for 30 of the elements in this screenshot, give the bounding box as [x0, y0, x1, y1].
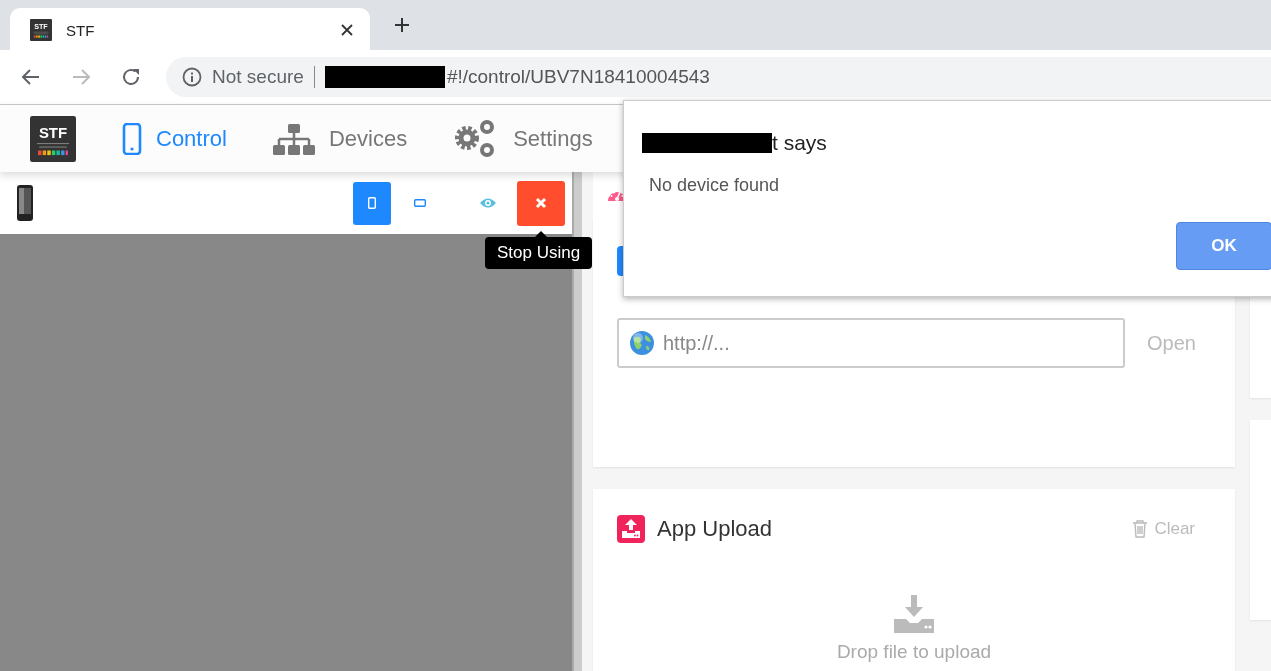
info-icon [182, 67, 202, 87]
close-icon[interactable] [340, 23, 354, 37]
url-text: #!/control/UBV7N18410004543 [446, 66, 710, 88]
phone-icon [122, 122, 142, 155]
nav-tab[interactable]: Control [122, 122, 227, 155]
drop-hint: Drop file to upload [836, 641, 992, 663]
card-title: App Upload [657, 516, 772, 542]
ok-button[interactable]: OK [1176, 222, 1271, 270]
portrait-button[interactable] [353, 181, 391, 225]
sitemap-icon [272, 122, 315, 155]
reload-icon[interactable] [120, 66, 142, 88]
download-icon [894, 595, 934, 633]
dialog-message: No device found [649, 175, 781, 196]
landscape-icon [414, 199, 426, 207]
tooltip: Stop Using [485, 236, 593, 269]
dialog-title: t says [772, 131, 827, 155]
tab-title: STF [66, 21, 96, 39]
new-tab-icon[interactable] [394, 17, 410, 33]
portrait-icon [368, 197, 376, 209]
close-icon [535, 197, 547, 209]
stf-logo: STF [30, 115, 76, 162]
nav-tab[interactable]: Devices [272, 122, 408, 155]
url-field[interactable]: http://... [617, 318, 1125, 368]
security-label: Not secure [212, 66, 304, 88]
trash-icon [1132, 520, 1149, 538]
upload-icon [617, 515, 645, 543]
phone-icon [16, 185, 34, 221]
eye-icon [479, 197, 497, 209]
nav-tab[interactable]: Settings [453, 117, 593, 160]
address-bar[interactable]: Not secure #!/control/UBV7N18410004543 [166, 57, 1271, 97]
